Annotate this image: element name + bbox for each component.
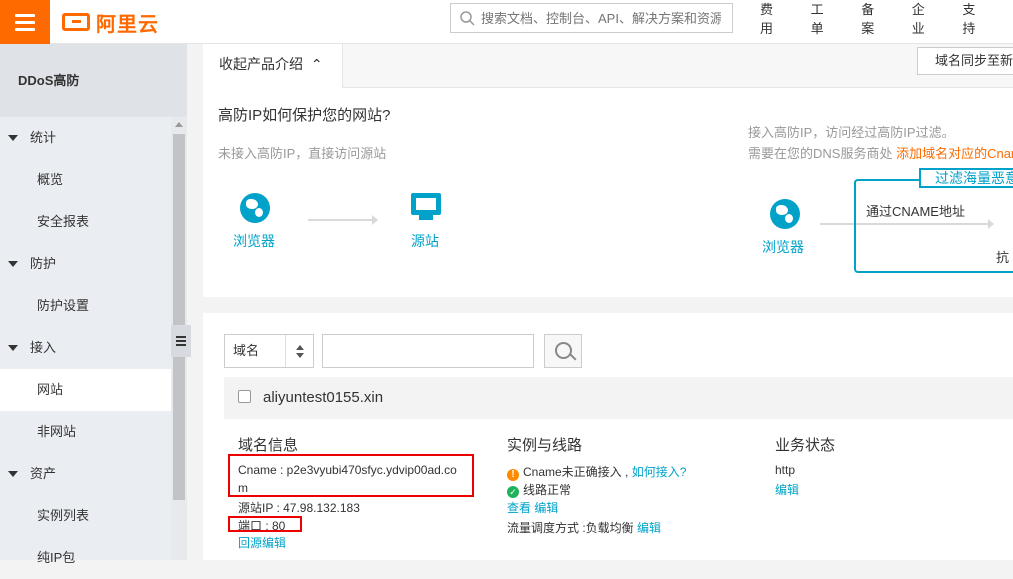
scroll-up-icon[interactable]	[175, 122, 183, 127]
top-nav: 费用 工单 备案 企业 支持	[760, 0, 1013, 36]
browser-label: 浏览器	[233, 233, 275, 249]
nav-support[interactable]: 支持	[962, 0, 986, 37]
collapse-intro-tab[interactable]: 收起产品介绍 ⌃	[203, 44, 343, 88]
chevron-up-icon: ⌃	[310, 56, 323, 72]
sidebar-group-label: 资产	[30, 466, 57, 481]
instance-actions: 查看 编辑	[507, 499, 558, 516]
cname-path-label: 通过CNAME地址	[866, 204, 965, 219]
with-protection-caption: 接入高防IP，访问经过高防IP过滤。	[748, 125, 955, 140]
search-icon	[460, 11, 475, 26]
sidebar: DDoS高防 统计 概览 安全报表 防护 防护设置 接入 网站 非网站 资产 实…	[0, 44, 187, 565]
domain-info-title: 域名信息	[238, 437, 299, 454]
sidebar-item-security-report[interactable]: 安全报表	[0, 201, 187, 243]
top-bar: 阿里云 费用 工单 备案 企业 支持	[0, 0, 1013, 44]
line-status-row: ✓ 线路正常	[507, 481, 571, 498]
domain-search-input[interactable]	[322, 334, 534, 368]
nav-ticket[interactable]: 工单	[811, 0, 835, 37]
sidebar-group-label: 防护	[30, 256, 57, 271]
search-type-value: 域名	[233, 343, 260, 358]
view-link[interactable]: 查看	[507, 501, 531, 515]
edit-link[interactable]: 编辑	[534, 501, 558, 515]
global-search-input[interactable]	[481, 10, 721, 26]
filter-tag: 过滤海量恶意	[919, 168, 1013, 188]
sidebar-group-assets[interactable]: 资产	[0, 453, 187, 495]
cname-status: Cname未正确接入 ,	[523, 465, 629, 479]
dns-caption-text: 需要在您的DNS服务商处	[748, 146, 893, 161]
menu-icon[interactable]	[0, 0, 50, 44]
global-search[interactable]	[450, 3, 733, 33]
add-cname-link[interactable]: 添加域名对应的Cname	[896, 146, 1013, 161]
search-type-select[interactable]: 域名	[224, 334, 314, 368]
nav-beian[interactable]: 备案	[861, 0, 885, 37]
protocol-value: http	[775, 463, 796, 477]
filter-box	[854, 179, 1013, 273]
dns-caption: 需要在您的DNS服务商处 添加域名对应的Cname	[748, 143, 1013, 162]
cname-highlight-box	[228, 454, 474, 497]
aliyun-logo[interactable]: 阿里云	[62, 8, 159, 36]
sidebar-item-website[interactable]: 网站	[0, 369, 187, 411]
caret-down-icon	[8, 471, 18, 477]
monitor-icon	[411, 193, 441, 215]
sidebar-title: DDoS高防	[0, 44, 187, 117]
globe-icon	[770, 199, 800, 229]
business-status-title: 业务状态	[775, 437, 836, 454]
protocol-edit-link[interactable]: 编辑	[775, 481, 799, 498]
logo-icon	[62, 13, 90, 31]
sidebar-group-label: 统计	[30, 130, 57, 145]
collapse-icon	[176, 334, 186, 348]
domain-checkbox[interactable]	[238, 390, 251, 403]
caret-down-icon	[8, 345, 18, 351]
arrow-right-icon	[308, 215, 378, 225]
line-status: 线路正常	[523, 483, 572, 497]
cname-status-line: ! Cname未正确接入 , 如何接入?	[507, 463, 686, 481]
warning-icon: !	[507, 469, 519, 481]
sidebar-item-ip-package[interactable]: 纯IP包	[0, 537, 187, 579]
search-button[interactable]	[544, 334, 582, 368]
sidebar-group-protection[interactable]: 防护	[0, 243, 187, 285]
anti-label: 抗	[996, 250, 1010, 265]
schedule-edit-link[interactable]: 编辑	[637, 521, 661, 535]
intro-tabbar: 收起产品介绍 ⌃ 域名同步至新版	[203, 44, 1013, 88]
browser-label: 浏览器	[762, 239, 804, 255]
schedule-row: 流量调度方式 :负载均衡 编辑	[507, 519, 661, 536]
sort-arrows-icon	[285, 335, 313, 367]
sidebar-group-stats[interactable]: 统计	[0, 117, 187, 159]
intro-title: 高防IP如何保护您的网站?	[218, 107, 391, 124]
schedule-mode: 流量调度方式 :负载均衡	[507, 521, 634, 535]
domain-sync-button[interactable]: 域名同步至新版	[917, 47, 1013, 75]
caret-down-icon	[8, 261, 18, 267]
nav-fees[interactable]: 费用	[760, 0, 784, 37]
instance-title: 实例与线路	[507, 437, 583, 454]
collapse-intro-label: 收起产品介绍	[219, 56, 303, 72]
logo-text: 阿里云	[96, 13, 159, 36]
sidebar-item-non-website[interactable]: 非网站	[0, 411, 187, 453]
port-highlight-box	[228, 516, 302, 532]
sidebar-group-label: 接入	[30, 340, 57, 355]
sidebar-item-instance-list[interactable]: 实例列表	[0, 495, 187, 537]
origin-label: 源站	[411, 233, 439, 249]
caret-down-icon	[8, 135, 18, 141]
sidebar-item-overview[interactable]: 概览	[0, 159, 187, 201]
check-icon: ✓	[507, 486, 519, 498]
origin-ip: 源站IP : 47.98.132.183	[238, 501, 360, 515]
monitor-stand	[419, 215, 433, 220]
how-to-access-link[interactable]: 如何接入?	[632, 465, 687, 479]
sidebar-group-access[interactable]: 接入	[0, 327, 187, 369]
scroll-thumb[interactable]	[173, 134, 185, 500]
domain-name: aliyuntest0155.xin	[263, 389, 384, 406]
origin-edit-link[interactable]: 回源编辑	[238, 534, 286, 551]
nav-enterprise[interactable]: 企业	[912, 0, 936, 37]
without-protection-caption: 未接入高防IP，直接访问源站	[218, 146, 387, 161]
sidebar-item-protection-settings[interactable]: 防护设置	[0, 285, 187, 327]
sidebar-collapse-toggle[interactable]	[171, 325, 191, 357]
globe-icon	[240, 193, 270, 223]
